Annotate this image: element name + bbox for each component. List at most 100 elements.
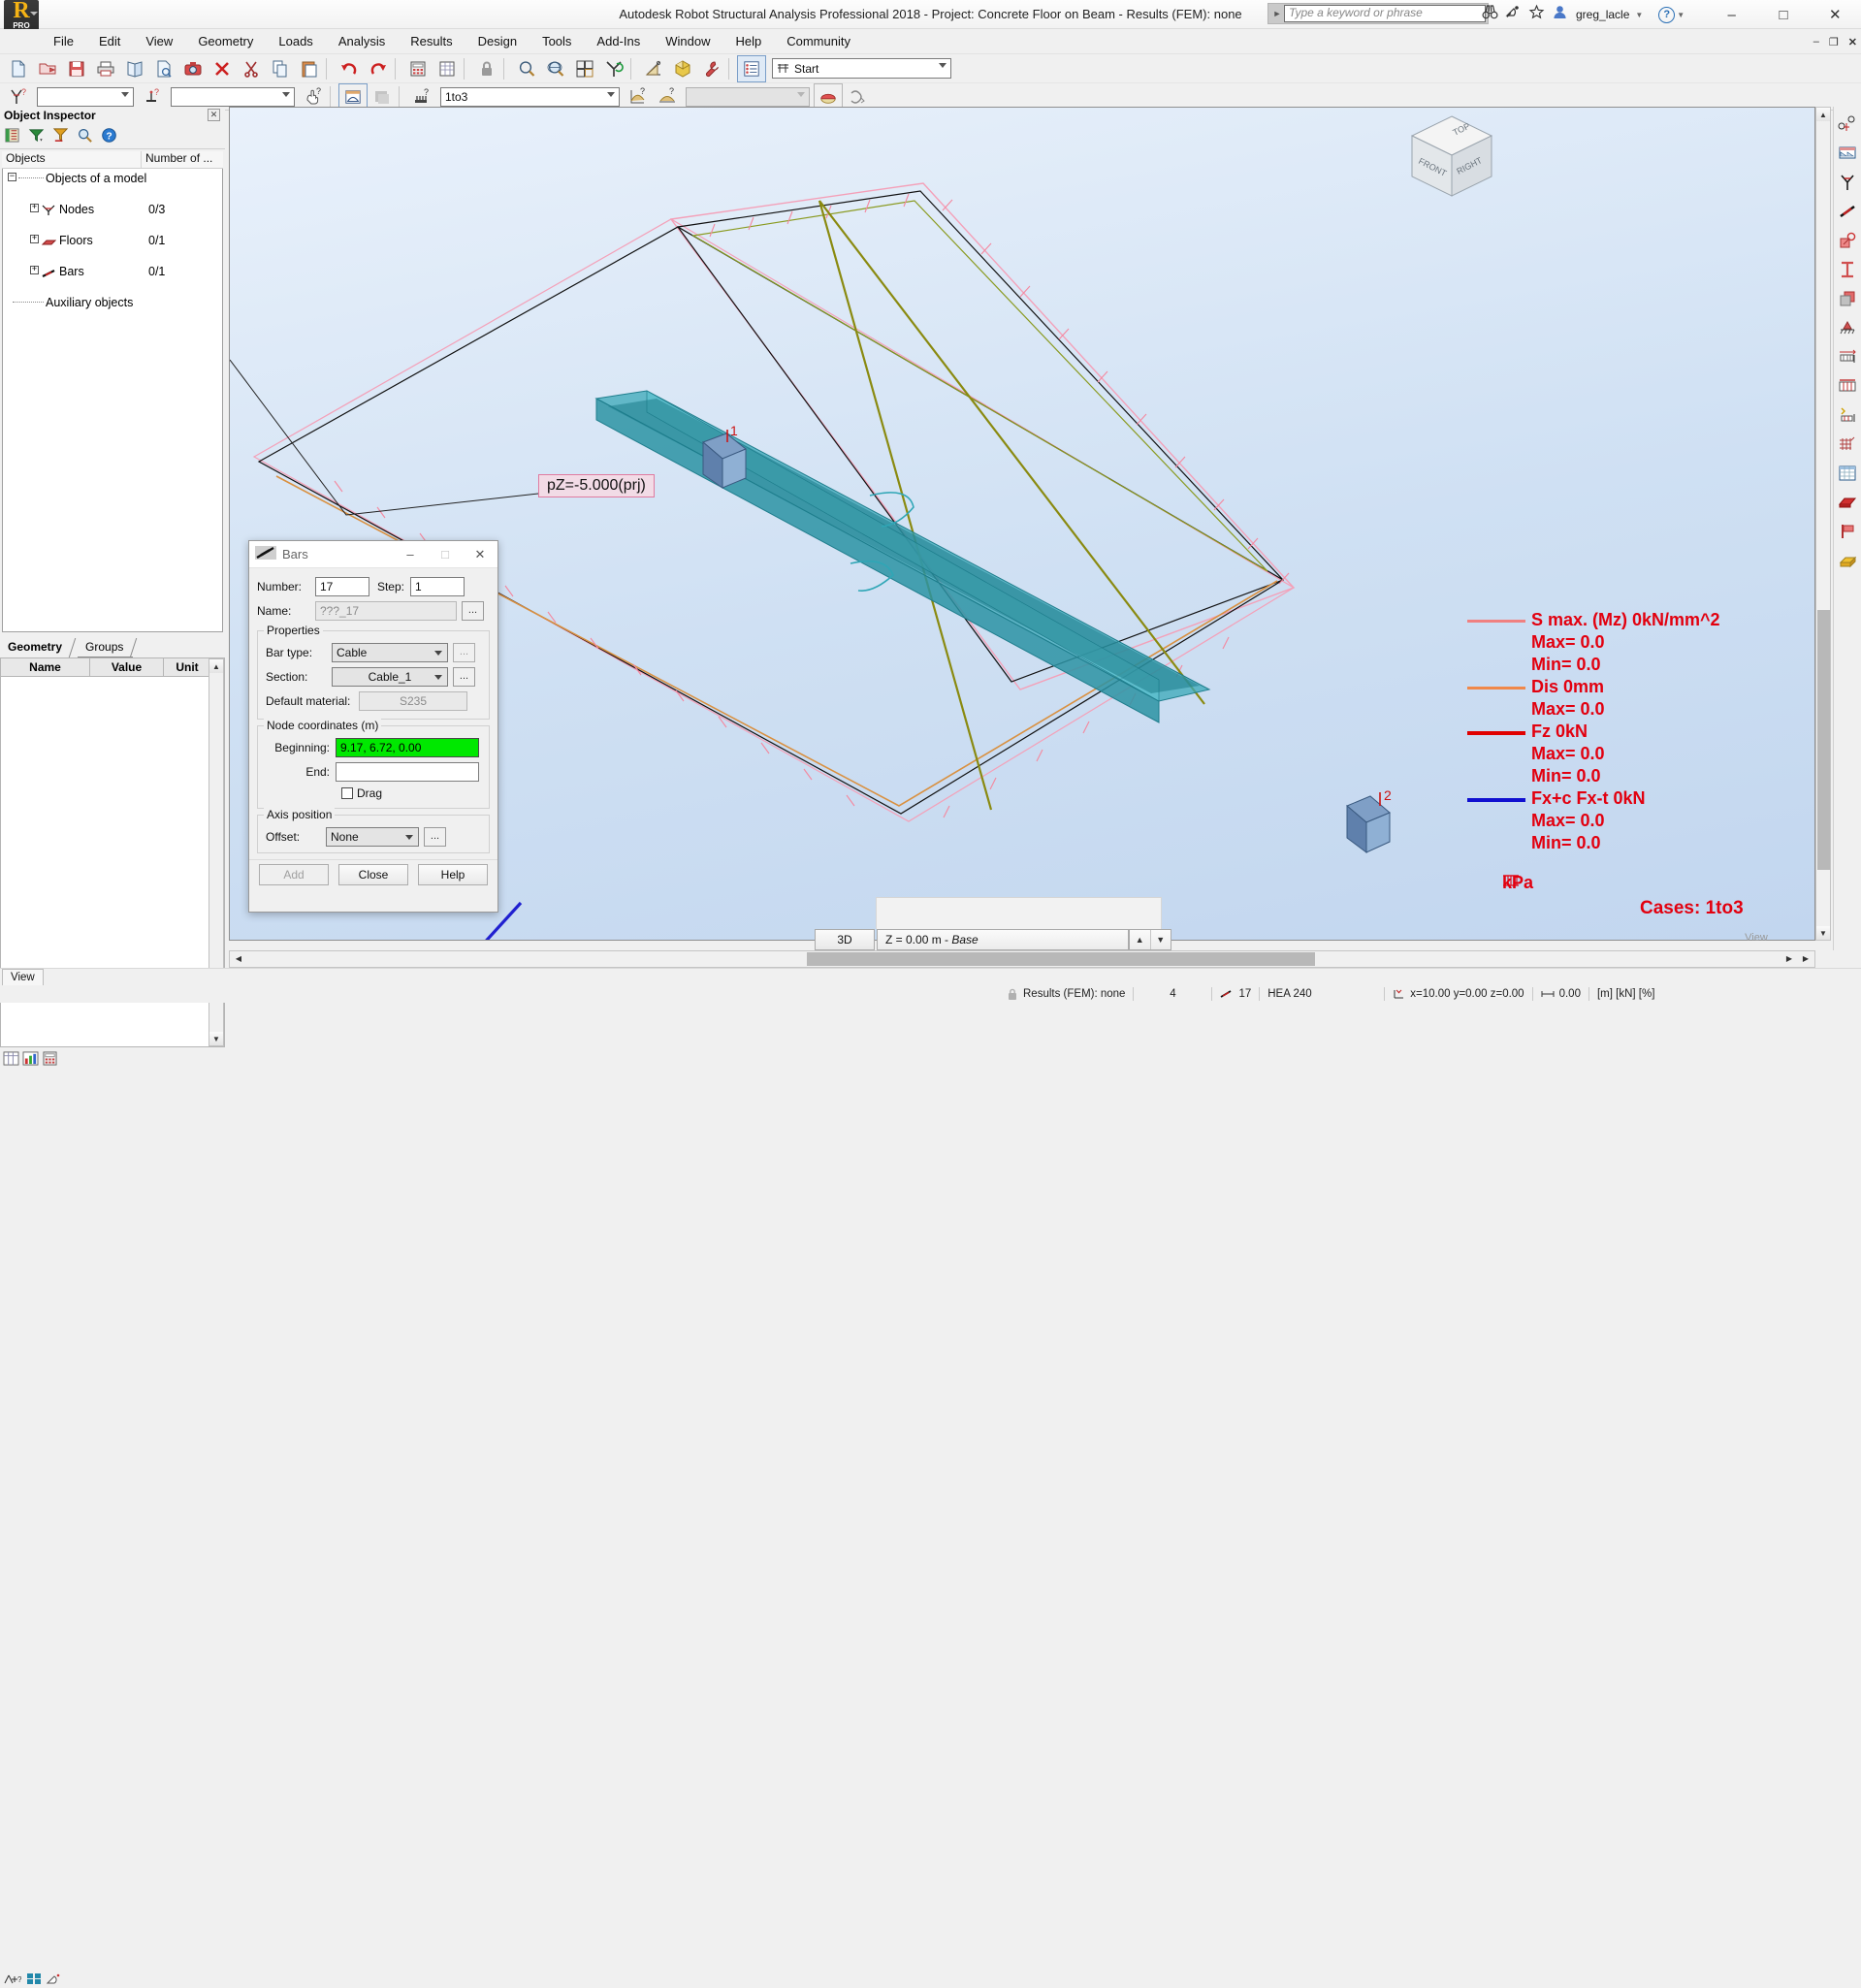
name-browse-button[interactable]: ...: [462, 601, 484, 621]
dimension-icon[interactable]: [639, 55, 668, 82]
scroll-down-icon[interactable]: ▼: [209, 1032, 223, 1045]
node-select-combo[interactable]: [37, 86, 134, 107]
beginning-input[interactable]: 9.17, 6.72, 0.00: [336, 738, 479, 757]
scroll-up-icon[interactable]: ▲: [1816, 108, 1830, 121]
uniform-load-icon[interactable]: [1835, 342, 1860, 370]
claddings-icon[interactable]: [1835, 517, 1860, 545]
tree-item-floors[interactable]: + Floors 0/1: [3, 233, 222, 248]
open-folder-icon[interactable]: [33, 55, 62, 82]
mdi-minimize-button[interactable]: ‒: [1813, 36, 1819, 48]
z-level-up-icon[interactable]: ▲: [1130, 930, 1151, 949]
bars-dialog-close-button[interactable]: ✕: [463, 541, 497, 567]
menu-item-analysis[interactable]: Analysis: [326, 29, 398, 54]
menu-item-edit[interactable]: Edit: [86, 29, 133, 54]
panel-thickness-icon[interactable]: [1835, 488, 1860, 516]
filter-icon[interactable]: [28, 127, 45, 146]
section-profile-icon[interactable]: [1835, 255, 1860, 283]
view-tab[interactable]: View: [2, 969, 44, 986]
layers-icon[interactable]: [4, 127, 20, 146]
tree-item-objects-of-a-model[interactable]: − Objects of a model: [3, 171, 222, 186]
user-name-label[interactable]: greg_lacle: [1572, 8, 1633, 21]
scroll-left-icon[interactable]: ◀: [231, 952, 246, 966]
menu-item-community[interactable]: Community: [774, 29, 863, 54]
zoom-globe-icon[interactable]: [541, 55, 570, 82]
load-case-icon[interactable]: [1835, 401, 1860, 429]
results-table-icon[interactable]: [1835, 459, 1860, 487]
user-menu-chevron-down-icon[interactable]: ▼: [1635, 11, 1643, 19]
close-button[interactable]: ✕: [1813, 6, 1857, 23]
material-icon[interactable]: [1835, 284, 1860, 312]
print-icon[interactable]: [91, 55, 120, 82]
section-browse-button[interactable]: ...: [453, 667, 475, 687]
viewport-vertical-scrollbar[interactable]: ▲ ▼: [1815, 107, 1831, 941]
render-icon[interactable]: [668, 55, 697, 82]
bar-type-select[interactable]: Cable: [332, 643, 448, 662]
offset-browse-button[interactable]: ...: [424, 827, 446, 847]
tab-geometry[interactable]: Geometry: [0, 638, 77, 657]
axis-definition-icon[interactable]: [1835, 110, 1860, 138]
menu-item-file[interactable]: File: [41, 29, 86, 54]
print-preview-icon[interactable]: [120, 55, 149, 82]
expander-expand-icon[interactable]: +: [30, 266, 39, 274]
drag-row[interactable]: Drag: [266, 786, 481, 800]
cut-scissors-icon[interactable]: [237, 55, 266, 82]
redo-icon[interactable]: [364, 55, 393, 82]
copy-icon[interactable]: [266, 55, 295, 82]
layout-select[interactable]: Start: [772, 58, 951, 79]
bar-type-chevron-down-icon[interactable]: [434, 651, 442, 656]
scroll-end-icon[interactable]: ▶: [1798, 952, 1813, 966]
menu-item-window[interactable]: Window: [653, 29, 722, 54]
menu-item-design[interactable]: Design: [465, 29, 529, 54]
grid-view-icon[interactable]: [3, 1051, 19, 1069]
offset-chevron-down-icon[interactable]: [405, 835, 413, 840]
search-expand-arrow[interactable]: ►: [1270, 9, 1284, 18]
user-avatar-icon[interactable]: [1549, 4, 1570, 25]
scroll-down-icon[interactable]: ▼: [1816, 926, 1830, 940]
wrench-settings-icon[interactable]: [697, 55, 726, 82]
binoculars-icon[interactable]: [1479, 4, 1500, 25]
load-case-chevron-down-icon[interactable]: [607, 91, 615, 97]
stories-icon[interactable]: [1835, 139, 1860, 167]
delete-x-icon[interactable]: [208, 55, 237, 82]
search-icon[interactable]: [77, 127, 93, 146]
viewport-horizontal-scrollbar[interactable]: ◀ ▶ ▶: [229, 950, 1815, 968]
calculator-icon[interactable]: [403, 55, 433, 82]
expander-expand-icon[interactable]: +: [30, 235, 39, 243]
name-input[interactable]: ???_17: [315, 601, 457, 621]
zoom-previous-icon[interactable]: [570, 55, 599, 82]
tree-item-bars[interactable]: + Bars 0/1: [3, 264, 222, 279]
section-chevron-down-icon[interactable]: [434, 675, 442, 680]
object-inspector-tree[interactable]: − Objects of a model + Nodes 0/3 + Floor…: [2, 169, 223, 632]
tree-item-nodes[interactable]: + Nodes 0/3: [3, 202, 222, 217]
expander-collapse-icon[interactable]: −: [8, 173, 16, 181]
number-input[interactable]: 17: [315, 577, 369, 596]
bars-dialog[interactable]: Bars ‒ □ ✕ Number: 17 Step: 1 Name: ???_…: [248, 540, 498, 913]
save-icon[interactable]: [62, 55, 91, 82]
bars-dialog-maximize-button[interactable]: □: [428, 541, 463, 567]
menu-item-results[interactable]: Results: [398, 29, 465, 54]
menu-item-help[interactable]: Help: [722, 29, 774, 54]
bar-icon[interactable]: [1835, 197, 1860, 225]
horizontal-scroll-thumb[interactable]: [807, 952, 1315, 966]
bars-dialog-minimize-button[interactable]: ‒: [393, 541, 428, 567]
refresh-axis-icon[interactable]: [599, 55, 628, 82]
help-icon[interactable]: ?: [1658, 6, 1676, 23]
grid-snap-icon[interactable]: [26, 1972, 42, 1988]
tab-groups[interactable]: Groups: [78, 638, 138, 657]
z-level-stepper[interactable]: ▲ ▼: [1129, 929, 1171, 950]
end-input[interactable]: [336, 762, 479, 782]
vertical-scroll-thumb[interactable]: [1817, 610, 1830, 870]
layout-list-icon[interactable]: [737, 54, 766, 82]
maximize-button[interactable]: □: [1761, 7, 1806, 23]
add-button[interactable]: Add: [259, 864, 329, 885]
undo-icon[interactable]: [335, 55, 364, 82]
search-input[interactable]: Type a keyword or phrase: [1284, 5, 1486, 22]
section-select-chevron-down-icon[interactable]: [282, 91, 290, 97]
lock-icon[interactable]: [472, 55, 501, 82]
dish-snap-icon[interactable]: [46, 1972, 62, 1988]
mdi-close-button[interactable]: ✕: [1848, 36, 1857, 48]
scroll-up-icon[interactable]: ▲: [209, 659, 223, 673]
zoom-window-icon[interactable]: [512, 55, 541, 82]
section-select[interactable]: Cable_1: [332, 667, 448, 687]
load-distribution-icon[interactable]: [1835, 371, 1860, 400]
